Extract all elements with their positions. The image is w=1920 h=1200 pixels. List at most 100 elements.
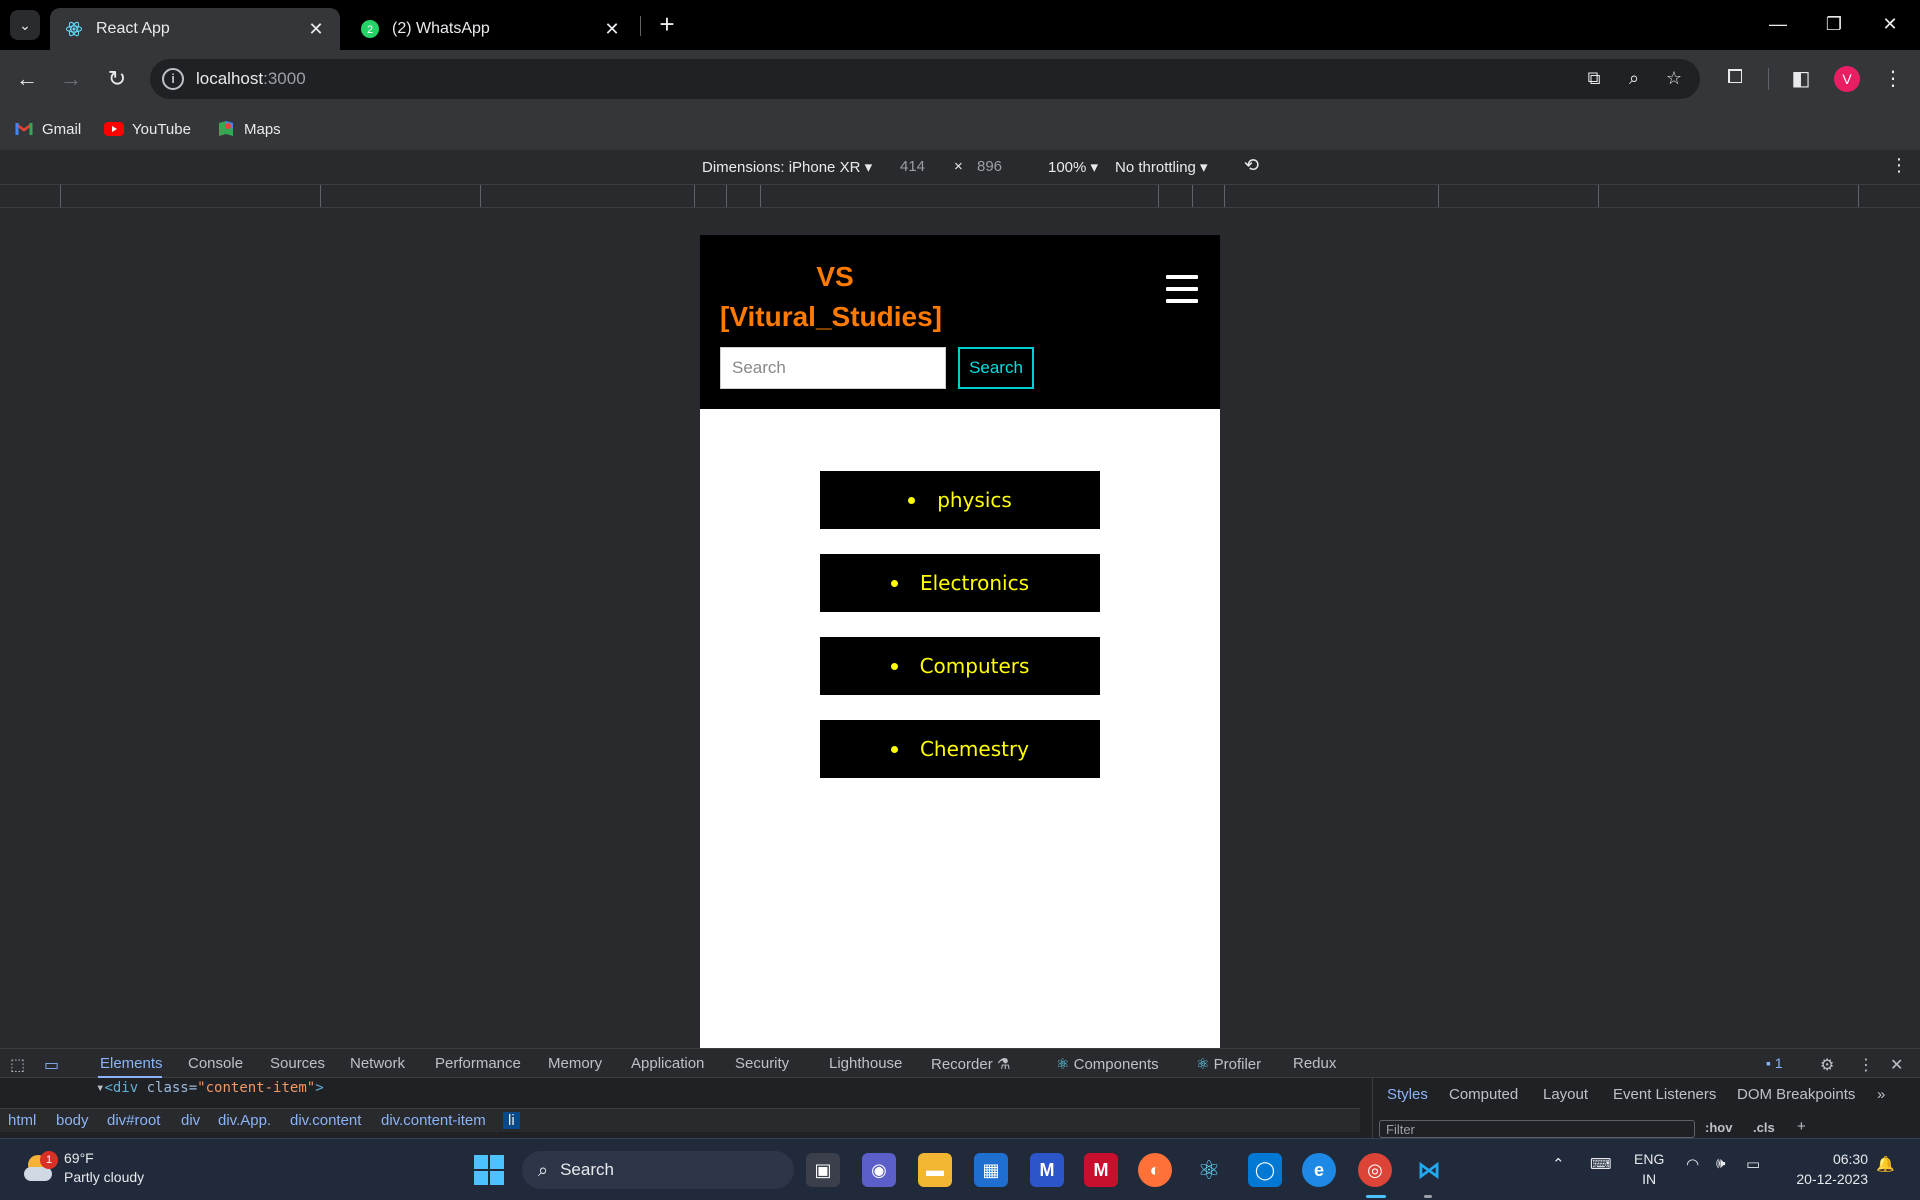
devtools-tab-redux[interactable]: Redux [1293,1055,1336,1072]
site-logo[interactable]: VS [Vitural_Studies] [720,257,950,337]
minimize-icon[interactable]: — [1750,0,1806,48]
windows-start-icon[interactable] [474,1155,504,1185]
breadcrumb-item[interactable]: div#root [107,1112,160,1129]
vscode-icon[interactable]: ⋈ [1412,1153,1446,1187]
back-icon[interactable]: ← [12,64,42,94]
more-tabs-chevron-icon[interactable]: » [1877,1086,1885,1103]
subject-item-electronics[interactable]: Electronics [820,554,1100,612]
chrome-icon[interactable]: ◎ [1358,1153,1392,1187]
breadcrumb-item[interactable]: div.App. [218,1112,271,1129]
install-app-icon[interactable]: ⧉ [1582,68,1606,92]
breadcrumb-item[interactable]: div [181,1112,200,1129]
search-button[interactable]: Search [958,347,1034,389]
subject-item-computers[interactable]: Computers [820,637,1100,695]
breadcrumb-item[interactable]: div.content [290,1112,361,1129]
issues-badge[interactable]: ▪ 1 [1766,1055,1783,1071]
breadcrumb-item-selected[interactable]: li [503,1112,520,1129]
bookmark-gmail[interactable]: Gmail [14,116,81,142]
close-devtools-icon[interactable]: ✕ [1890,1055,1903,1075]
microsoft-store-icon[interactable]: ▦ [974,1153,1008,1187]
devtools-tab-lighthouse[interactable]: Lighthouse [829,1055,902,1072]
more-menu-icon[interactable]: ⋮ [1880,66,1906,92]
dom-tree-line[interactable]: ▾<div class="content-item"> [96,1080,324,1096]
dimensions-dropdown[interactable]: Dimensions: iPhone XR ▾ [702,158,872,176]
firefox-icon[interactable]: ◐ [1138,1153,1172,1187]
devtools-tab-network[interactable]: Network [350,1055,405,1072]
breadcrumb-item[interactable]: body [56,1112,89,1129]
cls-toggle[interactable]: .cls [1753,1120,1775,1135]
hamburger-menu-icon[interactable] [1166,275,1198,311]
devtools-tab-console[interactable]: Console [188,1055,243,1072]
zoom-dropdown[interactable]: 100% ▾ [1048,158,1098,176]
tab-search-icon[interactable]: ⌄ [10,10,40,40]
profile-avatar[interactable]: V [1834,66,1860,92]
styles-tab-layout[interactable]: Layout [1543,1086,1588,1103]
app-icon[interactable]: M [1030,1153,1064,1187]
close-icon[interactable]: ✕ [306,19,326,40]
inspect-element-icon[interactable]: ⬚ [10,1055,25,1075]
edge-icon[interactable]: e [1302,1153,1336,1187]
file-explorer-icon[interactable]: ▬ [918,1153,952,1187]
devtools-tab-application[interactable]: Application [631,1055,704,1072]
styles-tab-event-listeners[interactable]: Event Listeners [1613,1086,1716,1103]
styles-tab-dom-breakpoints[interactable]: DOM Breakpoints [1737,1086,1855,1103]
teams-chat-icon[interactable]: ◉ [862,1153,896,1187]
search-input[interactable] [720,347,946,389]
taskbar-search[interactable]: ⌕ Search [522,1151,794,1189]
keyboard-icon[interactable]: ⌨ [1590,1155,1612,1173]
subject-item-physics[interactable]: physics [820,471,1100,529]
device-more-icon[interactable]: ⋮ [1890,155,1908,176]
devtools-tab-elements[interactable]: Elements [100,1055,163,1072]
react-devtools-icon[interactable]: ⚛ [1192,1153,1226,1187]
weather-widget[interactable]: 1 69°F Partly cloudy [24,1149,144,1187]
system-clock[interactable]: 06:30 20-12-2023 [1790,1149,1868,1189]
app-icon[interactable]: ◯ [1248,1153,1282,1187]
show-hidden-icons-chevron[interactable]: ⌃ [1552,1155,1565,1173]
bookmark-star-icon[interactable]: ☆ [1662,68,1686,92]
devtools-tab-profiler[interactable]: ⚛ Profiler [1196,1055,1261,1073]
reload-icon[interactable]: ↻ [102,64,132,94]
close-window-icon[interactable]: ✕ [1862,0,1918,48]
volume-icon[interactable]: 🕪 [1716,1155,1725,1172]
address-bar[interactable]: i localhost:3000 ⧉ ⌕ ☆ [150,59,1700,99]
zoom-icon[interactable]: ⌕ [1622,68,1646,92]
width-input[interactable]: 414 [900,158,925,175]
devtools-tab-security[interactable]: Security [735,1055,789,1072]
task-view-icon[interactable]: ▣ [806,1153,840,1187]
throttling-dropdown[interactable]: No throttling ▾ [1115,158,1208,176]
bookmark-youtube[interactable]: YouTube [104,116,191,142]
bookmark-maps[interactable]: Maps [216,116,281,142]
devtools-more-icon[interactable]: ⋮ [1858,1055,1874,1075]
device-toggle-icon[interactable]: ▭ [44,1055,59,1075]
extensions-icon[interactable]: ⧠ [1722,66,1748,92]
tab-whatsapp[interactable]: 2 (2) WhatsApp ✕ [346,8,636,50]
forward-icon[interactable]: → [56,64,86,94]
styles-tab-computed[interactable]: Computed [1449,1086,1518,1103]
tab-react-app[interactable]: React App ✕ [50,8,340,50]
settings-gear-icon[interactable]: ⚙ [1820,1055,1834,1075]
devtools-tab-performance[interactable]: Performance [435,1055,521,1072]
styles-filter-input[interactable]: Filter [1379,1120,1695,1138]
side-panel-icon[interactable]: ◧ [1788,66,1814,92]
hov-toggle[interactable]: :hov [1705,1120,1732,1135]
notification-bell-icon[interactable]: 🔔 [1876,1155,1895,1173]
language-indicator[interactable]: ENG IN [1634,1149,1664,1189]
rotate-icon[interactable]: ⟲ [1244,155,1259,176]
height-input[interactable]: 896 [977,158,1002,175]
breadcrumb-item[interactable]: html [8,1112,36,1129]
breadcrumb-item[interactable]: div.content-item [381,1112,486,1129]
devtools-tab-memory[interactable]: Memory [548,1055,602,1072]
devtools-tab-components[interactable]: ⚛ Components [1056,1055,1159,1073]
styles-tab-styles[interactable]: Styles [1387,1086,1428,1103]
add-rule-icon[interactable]: + [1797,1118,1806,1135]
close-icon[interactable]: ✕ [602,19,622,40]
new-tab-icon[interactable]: + [652,10,682,40]
battery-icon[interactable]: ▭ [1746,1155,1760,1173]
wifi-icon[interactable]: ◠ [1686,1155,1699,1173]
mcafee-icon[interactable]: M [1084,1153,1118,1187]
site-info-icon[interactable]: i [162,68,184,90]
devtools-tab-sources[interactable]: Sources [270,1055,325,1072]
devtools-tab-recorder[interactable]: Recorder ⚗ [931,1055,1010,1073]
subject-item-chemestry[interactable]: Chemestry [820,720,1100,778]
restore-icon[interactable]: ❐ [1806,0,1862,48]
